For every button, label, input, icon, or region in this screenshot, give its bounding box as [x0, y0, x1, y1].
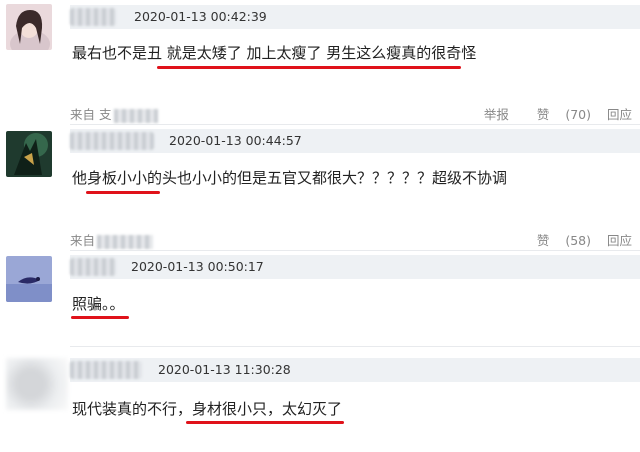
comment-time: 2020-01-13 00:42:39 [134, 9, 267, 24]
like-button[interactable]: 赞 (70) [525, 107, 591, 122]
divider [70, 346, 640, 347]
report-button[interactable]: 举报 [484, 107, 509, 122]
source-name: 支 [99, 107, 158, 123]
avatar[interactable] [6, 4, 52, 50]
comment-time: 2020-01-13 00:44:57 [169, 133, 302, 148]
comment-text: 他身板小小的头也小小的但是五官又都很大？？？？？超级不协调 [72, 169, 508, 187]
comment-source: 来自 支 [70, 104, 158, 123]
reply-button[interactable]: 回应 [607, 107, 632, 122]
highlight-underline [71, 316, 129, 319]
avatar[interactable] [6, 256, 52, 302]
highlight-underline [186, 421, 344, 424]
comment-time: 2020-01-13 11:30:28 [158, 362, 291, 377]
source-label: 来自 [70, 233, 96, 248]
username-blurred[interactable] [70, 258, 116, 276]
avatar-blurred[interactable] [6, 358, 68, 410]
comment-text: 照骗。。 [72, 295, 125, 313]
source-label: 来自 [70, 107, 96, 122]
comment-time: 2020-01-13 00:50:17 [131, 259, 264, 274]
divider [70, 124, 640, 125]
username-blurred[interactable] [70, 8, 116, 26]
comment-actions: 赞 (58) 回应 [513, 230, 632, 249]
comment-meta: 2020-01-13 11:30:28 [70, 358, 640, 382]
highlight-underline [86, 191, 160, 194]
comment-meta: 2020-01-13 00:42:39 [70, 5, 640, 29]
like-count: (58) [565, 233, 591, 248]
comment-meta: 2020-01-13 00:44:57 [70, 129, 640, 153]
highlight-underline [157, 66, 461, 69]
divider [70, 250, 640, 251]
comment-actions: 举报 赞 (70) 回应 [472, 104, 632, 123]
like-count: (70) [565, 107, 591, 122]
comment-meta: 2020-01-13 00:50:17 [70, 255, 640, 279]
avatar[interactable] [6, 131, 52, 177]
source-name [97, 234, 154, 249]
comment-text: 最右也不是丑 就是太矮了 加上太瘦了 男生这么瘦真的很奇怪 [72, 44, 477, 62]
username-blurred[interactable] [70, 132, 154, 150]
comment-text: 现代装真的不行，身材很小只，太幻灭了 [72, 400, 343, 418]
comment-source: 来自 [70, 230, 154, 249]
username-blurred[interactable] [70, 361, 142, 379]
like-button[interactable]: 赞 (58) [525, 233, 591, 248]
reply-button[interactable]: 回应 [607, 233, 632, 248]
